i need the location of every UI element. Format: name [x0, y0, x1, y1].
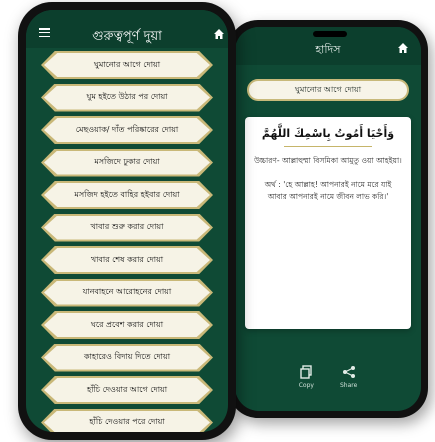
hadith-screen: হাদিস ঘুমানোর আগে দোয়া وَأَحْيَا أَمُوت… — [235, 27, 421, 411]
dua-list-item[interactable]: মেছওয়াক/ দাঁত পরিষ্কারের দোয়া — [41, 116, 213, 151]
dua-item-button[interactable]: মেছওয়াক/ দাঁত পরিষ্কারের দোয়া — [44, 118, 210, 142]
copy-button[interactable]: Copy — [299, 365, 314, 389]
hadith-card: وَأَحْيَا أَمُوتُ بِاسْمِكَ اللَّهُمَّ উ… — [245, 117, 411, 329]
dua-list-item[interactable]: মসজিদে ঢুকার দোয়া — [41, 148, 213, 184]
dua-item-button[interactable]: খাবার শুরু করার দোয়া — [44, 215, 210, 240]
dua-item-button[interactable]: মসজিদ হইতে বাহির হইবার দোয়া — [44, 183, 210, 207]
meaning-text: অর্থ : 'হে আল্লাহ! আপনারই নামে মরে যাই আ… — [264, 180, 392, 201]
copy-icon — [300, 365, 313, 379]
dua-list-item[interactable]: ঘুমানোর আগে দোয়া — [41, 51, 213, 86]
dua-item-button[interactable]: হাঁচি দেওয়ার আগে দোয়া — [44, 378, 210, 402]
dua-item-button[interactable]: খাবার শেষ করার দোয়া — [44, 248, 210, 272]
dua-list-item[interactable]: ঘুম হইতে উঠার পর দোয়া — [41, 83, 213, 119]
hadith-title: হাদিস — [315, 43, 341, 56]
dua-item-button[interactable]: যানবাহনে আরোহনের দোয়া — [44, 280, 210, 305]
dua-list-item[interactable]: কাহারেও বিদায় দিতে দোয়া — [41, 343, 213, 379]
page-title: গুরুত্বপূর্ণ দুয়া — [92, 29, 162, 44]
dua-item-button[interactable]: কাহারেও বিদায় দিতে দোয়া — [44, 345, 210, 370]
copy-label: Copy — [298, 382, 314, 389]
hadith-header: হাদিস — [235, 27, 421, 65]
dua-list-header: গুরুত্বপূর্ণ দুয়া — [26, 10, 228, 48]
share-label: Share — [339, 382, 358, 389]
home-icon[interactable] — [397, 42, 409, 54]
dua-list-item[interactable]: হাঁচি দেওয়ার আগে দোয়া — [41, 376, 213, 411]
card-divider — [283, 146, 373, 147]
dua-title-banner: ঘুমানোর আগে দোয়া — [247, 79, 409, 101]
dua-list-screen: গুরুত্বপূর্ণ দুয়া ঘুমানোর আগে দোয়া ঘুম … — [26, 10, 228, 432]
dua-item-button[interactable]: ঘুমানোর আগে দোয়া — [44, 53, 210, 77]
dua-list-item[interactable]: মসজিদ হইতে বাহির হইবার দোয়া — [41, 181, 213, 216]
pronunciation-text: উচ্চারণ- আল্লাহুম্মা বিসমিকা আমুতু ওয়া … — [254, 156, 402, 165]
camera-notch — [313, 31, 347, 37]
dua-list-item[interactable]: ঘরে প্রবেশ করার দোয়া — [41, 311, 213, 346]
share-icon — [342, 366, 355, 378]
dua-list: ঘুমানোর আগে দোয়া ঘুম হইতে উঠার পর দোয়া ম… — [26, 51, 228, 432]
home-icon[interactable] — [213, 28, 225, 40]
share-button[interactable]: Share — [340, 365, 357, 389]
dua-item-button[interactable]: ঘরে প্রবেশ করার দোয়া — [44, 313, 210, 337]
front-phone: গুরুত্বপূর্ণ দুয়া ঘুমানোর আগে দোয়া ঘুম … — [18, 2, 236, 440]
dua-list-item[interactable]: যানবাহনে আরোহনের দোয়া — [41, 278, 213, 314]
dua-list-item[interactable]: খাবার শুরু করার দোয়া — [41, 213, 213, 249]
dua-list-item[interactable]: খাবার শেষ করার দোয়া — [41, 246, 213, 281]
action-bar: Copy Share — [235, 365, 421, 389]
dua-list-item[interactable]: হাঁচি দেওয়ার পরে দোয়া — [41, 408, 213, 432]
dua-item-button[interactable]: ঘুম হইতে উঠার পর দোয়া — [44, 85, 210, 110]
arabic-text: وَأَحْيَا أَمُوتُ بِاسْمِكَ اللَّهُمَّ — [261, 127, 395, 140]
dua-item-button[interactable]: মসজিদে ঢুকার দোয়া — [44, 150, 210, 175]
dua-item-button[interactable]: হাঁচি দেওয়ার পরে দোয়া — [44, 410, 210, 432]
back-phone: হাদিস ঘুমানোর আগে দোয়া وَأَحْيَا أَمُوت… — [228, 20, 428, 418]
